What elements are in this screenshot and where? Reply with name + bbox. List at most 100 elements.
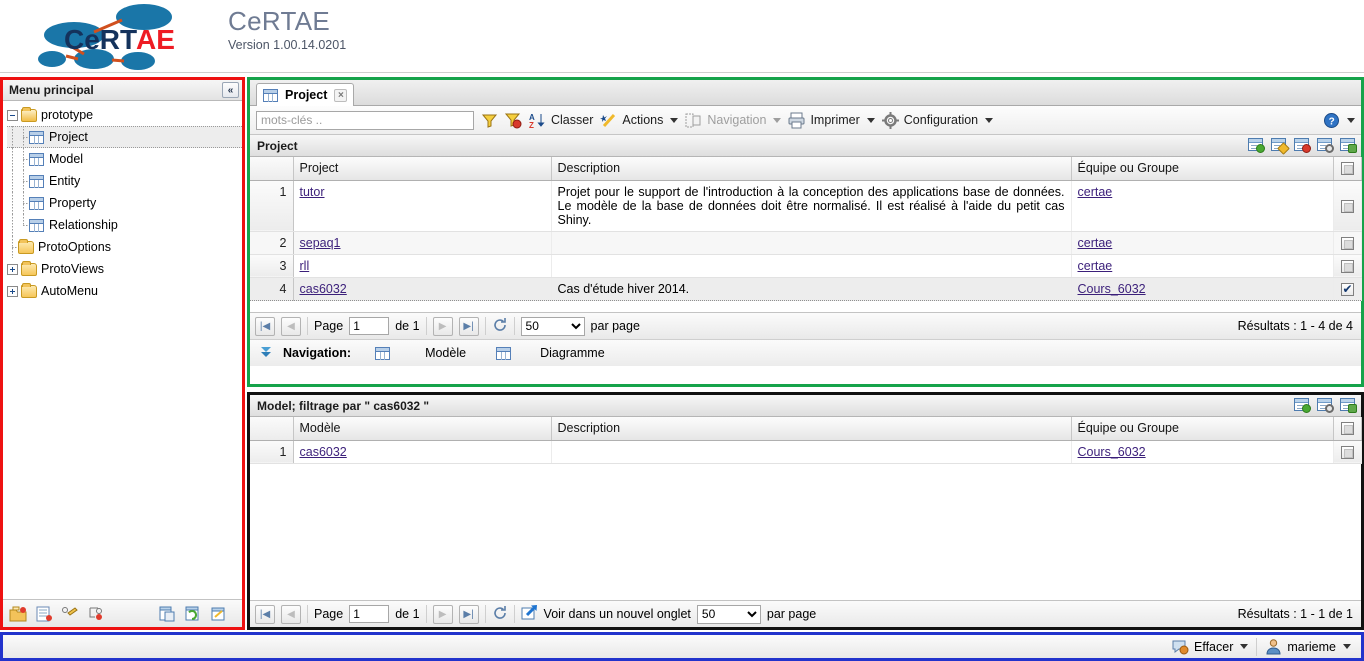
table-row[interactable]: 1 tutor Projet pour le support de l'intr… [250, 180, 1362, 232]
row-checkbox[interactable] [1340, 445, 1354, 459]
refresh-icon[interactable] [492, 605, 508, 624]
model-grid-title-bar: Model; filtrage par " cas6032 " [250, 395, 1361, 417]
chevron-down-icon[interactable] [985, 117, 994, 123]
delete-node-icon[interactable] [87, 605, 105, 623]
nav-link-modele[interactable]: Modèle [425, 346, 466, 360]
effacer-button[interactable]: Effacer [1172, 638, 1249, 655]
help-button[interactable]: ? [1323, 112, 1355, 129]
per-page-select[interactable]: 50 [696, 604, 761, 624]
delete-record-icon[interactable] [1293, 137, 1311, 153]
team-link[interactable]: Cours_6032 [1078, 282, 1146, 296]
chevron-down-icon[interactable] [773, 117, 782, 123]
chevron-down-icon[interactable] [866, 117, 875, 123]
col-project[interactable]: Project [293, 157, 552, 181]
nav-link-diagramme[interactable]: Diagramme [540, 346, 605, 360]
table-row[interactable]: 3 rll certae [250, 254, 1362, 278]
project-link[interactable]: rll [300, 259, 310, 273]
col-team[interactable]: Équipe ou Groupe [1071, 417, 1334, 441]
team-link[interactable]: Cours_6032 [1078, 445, 1146, 459]
copy-page-icon[interactable] [158, 605, 176, 623]
project-link[interactable]: tutor [300, 185, 325, 199]
team-link[interactable]: certae [1078, 185, 1113, 199]
table-row[interactable]: 4 cas6032 Cas d'étude hiver 2014. Cours_… [250, 276, 1362, 302]
sidebar-item-property[interactable]: Property [7, 192, 242, 214]
page-number-input[interactable] [349, 317, 390, 336]
grid-icon[interactable] [496, 346, 512, 360]
chevron-down-icon[interactable] [1343, 644, 1351, 649]
col-description[interactable]: Description [551, 157, 1072, 181]
sidebar-item-protooptions[interactable]: ProtoOptions [7, 236, 242, 258]
navigation-bar: Navigation: Modèle Diagramme [250, 339, 1361, 367]
page-number-input[interactable] [349, 605, 390, 623]
sidebar-item-entity[interactable]: Entity [7, 170, 242, 192]
cell-select [1333, 180, 1362, 232]
last-page-button[interactable]: ▶| [458, 604, 479, 624]
search-input[interactable] [256, 110, 474, 130]
expander-plus-icon[interactable] [7, 285, 18, 297]
next-page-button[interactable]: ▶ [432, 604, 453, 624]
model-link[interactable]: cas6032 [300, 445, 347, 459]
row-checkbox[interactable] [1340, 282, 1354, 297]
expander-plus-icon[interactable] [7, 263, 18, 275]
chevron-down-icon[interactable] [670, 117, 679, 123]
tab-project[interactable]: Project × [256, 83, 355, 106]
view-record-icon[interactable] [1316, 137, 1334, 153]
new-tab-icon[interactable] [521, 604, 538, 624]
close-icon[interactable]: × [334, 88, 348, 102]
new-tab-label[interactable]: Voir dans un nouvel onglet [544, 607, 691, 621]
team-link[interactable]: certae [1078, 259, 1113, 273]
add-record-icon[interactable] [1293, 397, 1311, 413]
edit-node-icon[interactable] [61, 605, 79, 623]
expander-minus-icon[interactable] [7, 109, 18, 121]
refresh-grid-icon[interactable] [1339, 397, 1357, 413]
sidebar-item-prototype[interactable]: prototype [7, 104, 242, 126]
export-page-icon[interactable] [210, 605, 228, 623]
chevron-down-icon[interactable] [1347, 117, 1355, 123]
add-record-icon[interactable] [1247, 137, 1265, 153]
chevron-down-icon[interactable] [1240, 644, 1249, 649]
col-description[interactable]: Description [551, 417, 1072, 441]
prev-page-button[interactable]: ◀ [281, 604, 301, 624]
filter-button[interactable] [481, 112, 498, 129]
sidebar-item-protoviews[interactable]: ProtoViews [7, 258, 242, 280]
first-page-button[interactable]: |◀ [255, 604, 275, 624]
select-all-checkbox[interactable] [1340, 162, 1354, 176]
next-page-button[interactable]: ▶ [432, 316, 453, 336]
grid-icon[interactable] [375, 346, 391, 360]
view-record-icon[interactable] [1316, 397, 1334, 413]
last-page-button[interactable]: ▶| [458, 316, 479, 336]
collapse-sidebar-button[interactable]: « [222, 82, 239, 98]
row-checkbox[interactable] [1340, 199, 1354, 213]
filter-clear-button[interactable] [505, 112, 522, 129]
prev-page-button[interactable]: ◀ [281, 316, 301, 336]
configuration-button[interactable]: Configuration [881, 111, 994, 129]
select-all-checkbox[interactable] [1340, 422, 1354, 436]
new-list-icon[interactable] [35, 605, 53, 623]
first-page-button[interactable]: |◀ [255, 316, 275, 336]
project-link[interactable]: cas6032 [300, 282, 347, 296]
team-link[interactable]: certae [1078, 236, 1113, 250]
sidebar-item-model[interactable]: Model [7, 148, 242, 170]
row-checkbox[interactable] [1340, 236, 1354, 250]
refresh-icon[interactable] [492, 317, 508, 336]
sidebar-item-relationship[interactable]: Relationship [7, 214, 242, 236]
sidebar-item-automenu[interactable]: AutoMenu [7, 280, 242, 302]
edit-record-icon[interactable] [1270, 137, 1290, 155]
col-team[interactable]: Équipe ou Groupe [1071, 157, 1334, 181]
user-menu[interactable]: marieme [1265, 638, 1351, 655]
table-row[interactable]: 1 cas6032 Cours_6032 [250, 440, 1362, 464]
project-link[interactable]: sepaq1 [300, 236, 341, 250]
table-row[interactable]: 2 sepaq1 certae [250, 231, 1362, 255]
cell-team: certae [1071, 254, 1334, 278]
row-checkbox[interactable] [1340, 259, 1354, 273]
per-page-select[interactable]: 50 [520, 316, 585, 336]
classer-button[interactable]: A Z Classer [529, 112, 593, 129]
new-folder-icon[interactable] [9, 605, 27, 623]
sidebar-item-project[interactable]: Project [7, 126, 242, 148]
col-model[interactable]: Modèle [293, 417, 552, 441]
refresh-page-icon[interactable] [184, 605, 202, 623]
refresh-grid-icon[interactable] [1339, 137, 1357, 153]
imprimer-button[interactable]: Imprimer [788, 112, 875, 129]
navigation-button[interactable]: Navigation [685, 112, 782, 129]
actions-button[interactable]: Actions [600, 112, 679, 129]
